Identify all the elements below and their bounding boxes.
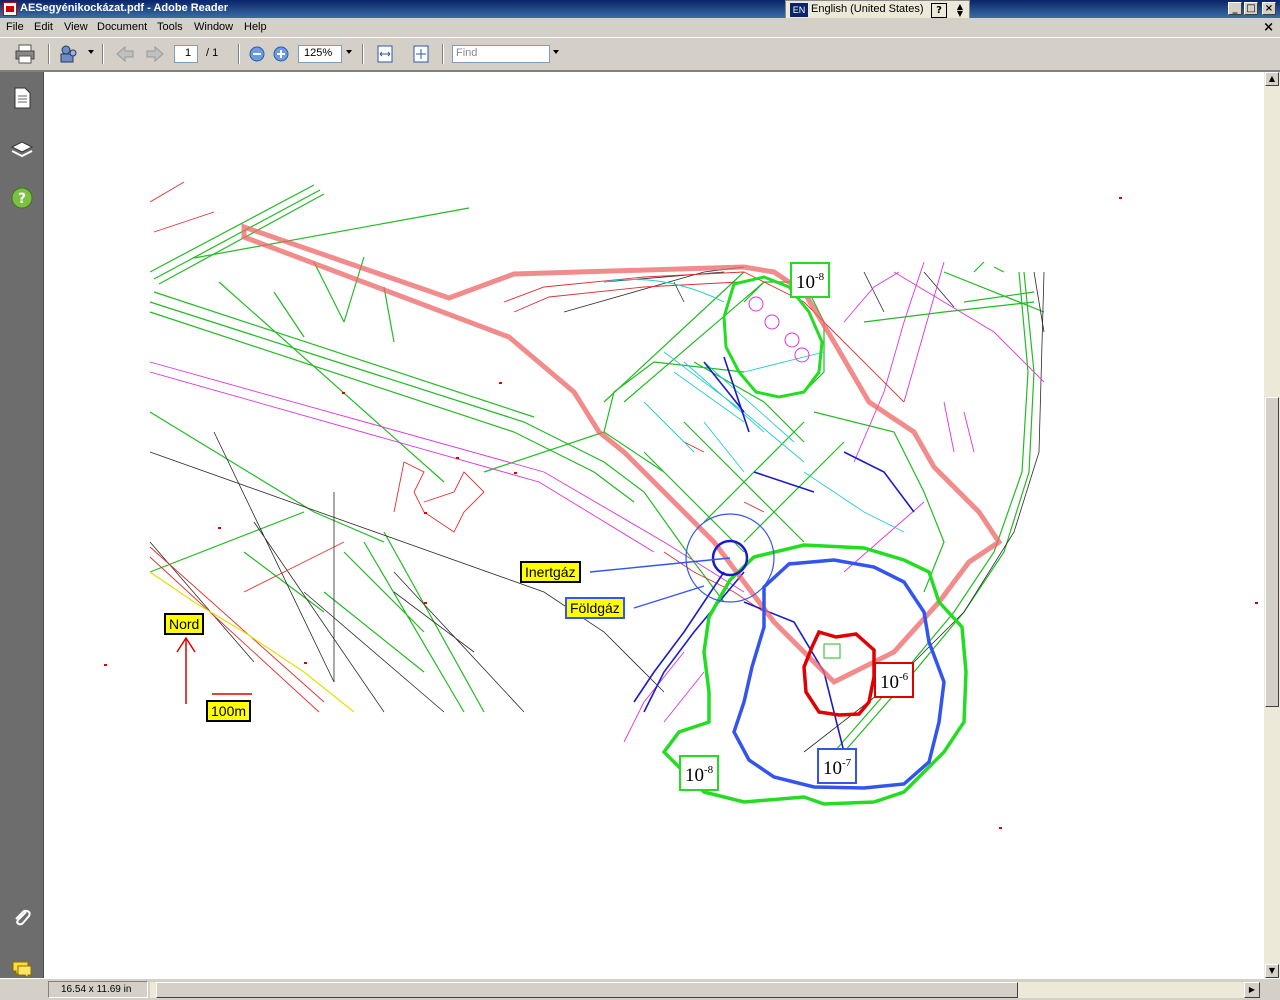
language-name[interactable]: English (United States) — [811, 3, 924, 15]
title-bar: AESegyénikockázat.pdf - Adobe Reader EN … — [0, 0, 1280, 20]
collaborate-dropdown-icon[interactable] — [88, 50, 94, 54]
page-number-input[interactable]: 1 — [174, 45, 198, 63]
attachments-icon[interactable] — [10, 906, 34, 930]
window-title: AESegyénikockázat.pdf - Adobe Reader — [20, 2, 229, 14]
scale-label: 100m — [206, 700, 252, 722]
scroll-up-icon[interactable]: ▲ — [1265, 72, 1279, 86]
menu-bar: File Edit View Document Tools Window Hel… — [0, 18, 1280, 38]
find-dropdown-icon[interactable] — [553, 50, 559, 54]
page-size-indicator: 16.54 x 11.69 in — [48, 981, 148, 998]
fit-page-icon[interactable] — [410, 44, 432, 64]
menu-file[interactable]: File — [6, 21, 24, 33]
horizontal-scrollbar[interactable]: ▶ — [150, 982, 1260, 998]
minimize-button[interactable]: _ — [1228, 2, 1242, 15]
zoom-level-input[interactable]: 125% — [298, 45, 342, 63]
pages-icon[interactable] — [10, 86, 34, 110]
zoom-dropdown-icon[interactable] — [346, 50, 352, 54]
toolbar: 1 / 1 125% Find — [0, 38, 1280, 71]
previous-page-icon[interactable] — [114, 44, 136, 64]
site-map-drawing — [104, 181, 1258, 829]
risk-label-1e-7: 10-7 — [817, 748, 858, 784]
toolbar-separator — [48, 44, 50, 64]
status-bar: 16.54 x 11.69 in ▶ — [0, 978, 1280, 1000]
language-help-icon[interactable]: ? — [931, 3, 947, 18]
scroll-right-icon[interactable]: ▶ — [1244, 982, 1260, 998]
next-page-icon[interactable] — [144, 44, 166, 64]
language-options-icon[interactable]: ▲ ▼ — [954, 3, 966, 18]
north-label: Nord — [164, 613, 205, 635]
risk-label-south-1e-8: 10-8 — [679, 755, 720, 791]
menu-edit[interactable]: Edit — [34, 21, 53, 33]
close-button[interactable]: × — [1262, 2, 1276, 15]
navigation-pane: ? — [0, 72, 44, 980]
zoom-in-icon[interactable] — [270, 44, 292, 64]
find-input[interactable]: Find — [452, 45, 550, 63]
risk-label-north-1e-8: 10-8 — [790, 262, 831, 298]
horizontal-scroll-thumb[interactable] — [156, 982, 1018, 998]
toolbar-separator — [442, 44, 444, 64]
vertical-scrollbar[interactable]: ▲ ▼ — [1264, 72, 1280, 978]
page-total: / 1 — [206, 47, 219, 59]
toolbar-separator — [238, 44, 240, 64]
print-icon[interactable] — [14, 44, 36, 64]
collaborate-icon[interactable] — [58, 44, 80, 64]
menu-help[interactable]: Help — [244, 21, 267, 33]
toolbar-separator — [102, 44, 104, 64]
adobe-reader-icon — [3, 2, 17, 16]
scroll-down-icon[interactable]: ▼ — [1265, 964, 1279, 978]
foldgaz-label: Földgáz — [565, 597, 625, 619]
toolbar-separator — [362, 44, 364, 64]
svg-text:?: ? — [18, 191, 26, 207]
risk-label-1e-6: 10-6 — [874, 662, 915, 698]
restore-button[interactable]: □ — [1244, 2, 1258, 15]
help-icon[interactable]: ? — [10, 186, 34, 210]
menu-tools[interactable]: Tools — [157, 21, 183, 33]
fit-width-icon[interactable] — [374, 44, 396, 64]
language-bar[interactable]: EN English (United States) ? ▲ ▼ — [785, 0, 970, 20]
inertgaz-label: Inertgáz — [520, 561, 581, 583]
vertical-scroll-thumb[interactable] — [1265, 397, 1279, 707]
zoom-out-icon[interactable] — [246, 44, 268, 64]
layers-icon[interactable] — [10, 138, 34, 162]
language-code[interactable]: EN — [790, 3, 808, 17]
menu-window[interactable]: Window — [194, 21, 233, 33]
menu-view[interactable]: View — [64, 21, 88, 33]
menu-document[interactable]: Document — [97, 21, 147, 33]
document-view[interactable]: Nord 100m Inertgáz Földgáz 10-8 10-6 10-… — [44, 72, 1264, 978]
document-close-icon[interactable]: × — [1263, 20, 1274, 35]
